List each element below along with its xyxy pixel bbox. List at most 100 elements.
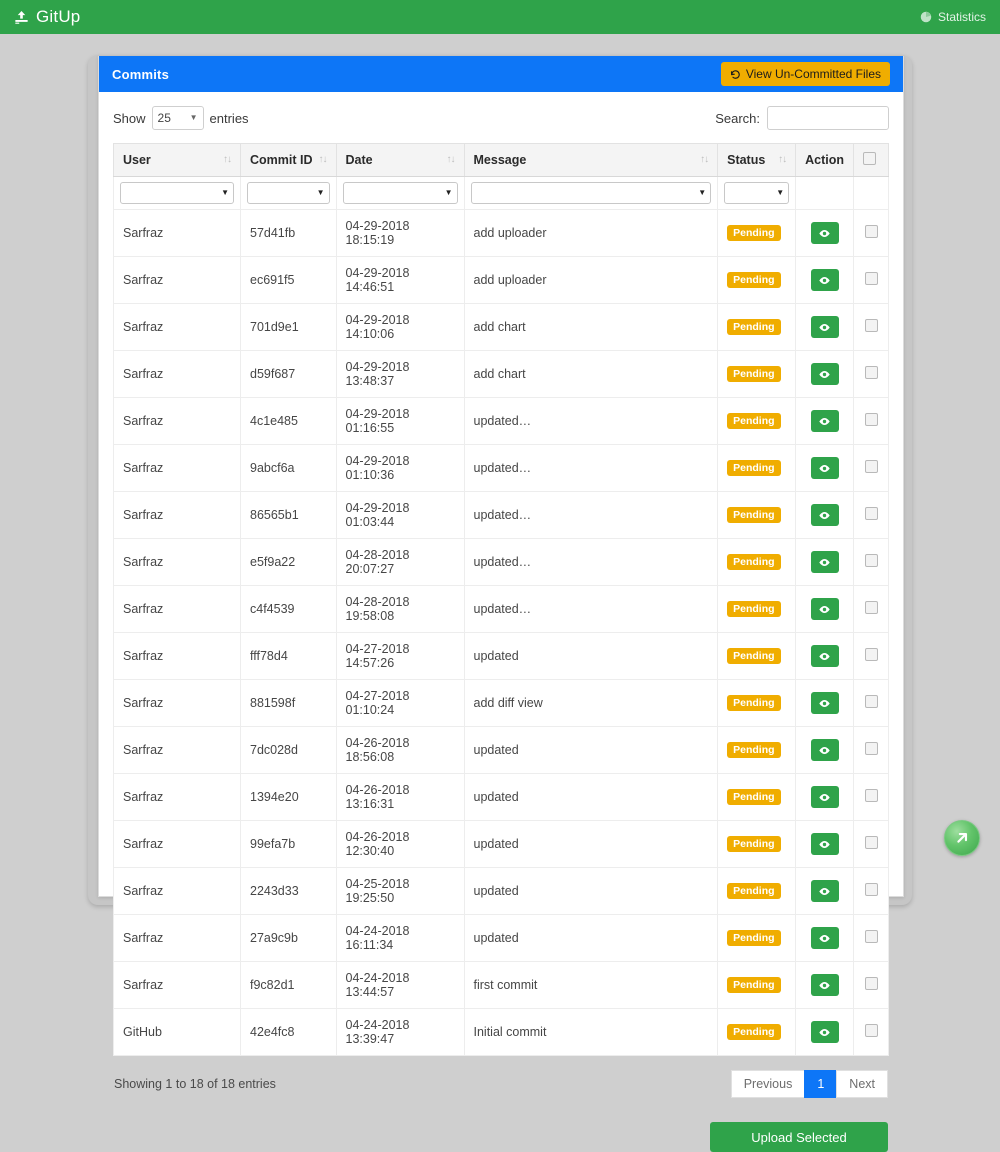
- chevron-down-icon: ▼: [316, 188, 325, 197]
- pie-chart-icon: [920, 11, 932, 23]
- column-header-commit-id[interactable]: Commit ID ↑↓: [240, 143, 337, 177]
- column-header-user[interactable]: User ↑↓: [113, 143, 241, 177]
- row-checkbox[interactable]: [864, 648, 878, 661]
- cell-status: Pending: [717, 585, 797, 633]
- cell-commit-id: c4f4539: [240, 585, 337, 633]
- view-commit-button[interactable]: [810, 269, 839, 291]
- status-badge: Pending: [727, 459, 781, 477]
- page-background: Commits View Un-Committed Files Show 25: [0, 34, 1000, 1152]
- view-commit-button[interactable]: [810, 316, 839, 338]
- cell-action: [795, 350, 854, 398]
- entries-label: entries: [209, 110, 249, 126]
- column-label-date: Date: [345, 153, 373, 167]
- cell-date: 04-25-2018 19:25:50: [335, 867, 465, 915]
- pagination-next[interactable]: Next: [836, 1070, 888, 1098]
- status-badge: Pending: [727, 224, 781, 242]
- cell-select: [853, 397, 889, 445]
- filter-select-message[interactable]: ▼: [470, 182, 712, 204]
- select-all-checkbox[interactable]: [863, 152, 876, 165]
- row-checkbox[interactable]: [864, 413, 878, 426]
- row-checkbox[interactable]: [864, 460, 878, 473]
- view-commit-button[interactable]: [810, 786, 839, 808]
- column-header-status[interactable]: Status ↑↓: [717, 143, 797, 177]
- table-row: Sarfraz 99efa7b 04-26-2018 12:30:40 updated…: [113, 820, 889, 868]
- row-checkbox[interactable]: [864, 366, 878, 379]
- filter-select-commit-id[interactable]: ▼: [247, 182, 330, 204]
- cell-select: [853, 538, 889, 586]
- scroll-action-button[interactable]: [944, 820, 980, 856]
- search-input[interactable]: [767, 106, 889, 130]
- row-checkbox[interactable]: [864, 789, 878, 802]
- row-checkbox[interactable]: [864, 742, 878, 755]
- brand-label: GitUp: [36, 7, 81, 26]
- view-commit-button[interactable]: [810, 974, 839, 996]
- eye-icon: [818, 791, 831, 804]
- brand-logo[interactable]: GitUp: [14, 7, 80, 27]
- view-commit-button[interactable]: [810, 457, 839, 479]
- row-checkbox[interactable]: [864, 977, 878, 990]
- pagination-previous[interactable]: Previous: [730, 1070, 806, 1098]
- row-checkbox[interactable]: [864, 319, 878, 332]
- cell-commit-id: 27a9c9b: [240, 914, 337, 962]
- view-commit-button[interactable]: [810, 410, 839, 432]
- column-header-message[interactable]: Message ↑↓: [463, 143, 719, 177]
- view-commit-button[interactable]: [810, 1021, 839, 1043]
- row-checkbox[interactable]: [864, 554, 878, 567]
- status-badge: Pending: [727, 882, 781, 900]
- row-checkbox[interactable]: [864, 225, 878, 238]
- view-commit-button[interactable]: [810, 880, 839, 902]
- eye-icon: [818, 885, 831, 898]
- row-checkbox[interactable]: [864, 836, 878, 849]
- cell-commit-id: 42e4fc8: [240, 1008, 337, 1056]
- chevron-down-icon: ▼: [776, 188, 785, 197]
- row-checkbox[interactable]: [864, 883, 878, 896]
- row-checkbox[interactable]: [864, 601, 878, 614]
- filter-select-user[interactable]: ▼: [120, 182, 234, 204]
- cell-commit-id: 4c1e485: [240, 397, 337, 445]
- row-checkbox[interactable]: [864, 930, 878, 943]
- column-label-status: Status: [727, 153, 766, 167]
- upload-selected-button[interactable]: Upload Selected: [710, 1122, 888, 1152]
- table-footer: Showing 1 to 18 of 18 entries Previous 1…: [113, 1056, 889, 1098]
- page-length-select[interactable]: 25 ▼: [151, 106, 204, 130]
- view-commit-button[interactable]: [810, 692, 839, 714]
- cell-action: [795, 914, 854, 962]
- cell-commit-id: f9c82d1: [240, 961, 337, 1009]
- pagination-page-1[interactable]: 1: [804, 1070, 838, 1098]
- cell-select: [853, 350, 889, 398]
- column-header-date[interactable]: Date ↑↓: [335, 143, 465, 177]
- view-commit-button[interactable]: [810, 504, 839, 526]
- cell-action: [795, 397, 854, 445]
- view-commit-button[interactable]: [810, 598, 839, 620]
- cell-user: Sarfraz: [113, 867, 241, 915]
- filter-select-status[interactable]: ▼: [724, 182, 790, 204]
- view-commit-button[interactable]: [810, 363, 839, 385]
- cell-user: Sarfraz: [113, 256, 241, 304]
- statistics-link[interactable]: Statistics: [920, 10, 986, 24]
- filter-cell-action: [795, 176, 854, 210]
- cell-date: 04-29-2018 18:15:19: [335, 209, 465, 257]
- eye-icon: [818, 744, 831, 757]
- view-commit-button[interactable]: [810, 739, 839, 761]
- view-commit-button[interactable]: [810, 222, 839, 244]
- cell-message: add uploader: [463, 256, 719, 304]
- filter-select-date[interactable]: ▼: [342, 182, 458, 204]
- row-checkbox[interactable]: [864, 1024, 878, 1037]
- cell-date: 04-29-2018 01:03:44: [335, 491, 465, 539]
- view-commit-button[interactable]: [810, 551, 839, 573]
- row-checkbox[interactable]: [864, 695, 878, 708]
- view-uncommitted-files-button[interactable]: View Un-Committed Files: [720, 62, 890, 86]
- status-badge: Pending: [727, 694, 781, 712]
- cell-action: [795, 303, 854, 351]
- view-commit-button[interactable]: [810, 927, 839, 949]
- cell-commit-id: 881598f: [240, 679, 337, 727]
- cell-date: 04-29-2018 14:10:06: [335, 303, 465, 351]
- view-commit-button[interactable]: [810, 833, 839, 855]
- row-checkbox[interactable]: [864, 507, 878, 520]
- cell-message: updated…: [463, 491, 719, 539]
- view-commit-button[interactable]: [810, 645, 839, 667]
- status-badge: Pending: [727, 506, 781, 524]
- row-checkbox[interactable]: [864, 272, 878, 285]
- cell-commit-id: e5f9a22: [240, 538, 337, 586]
- cell-action: [795, 209, 854, 257]
